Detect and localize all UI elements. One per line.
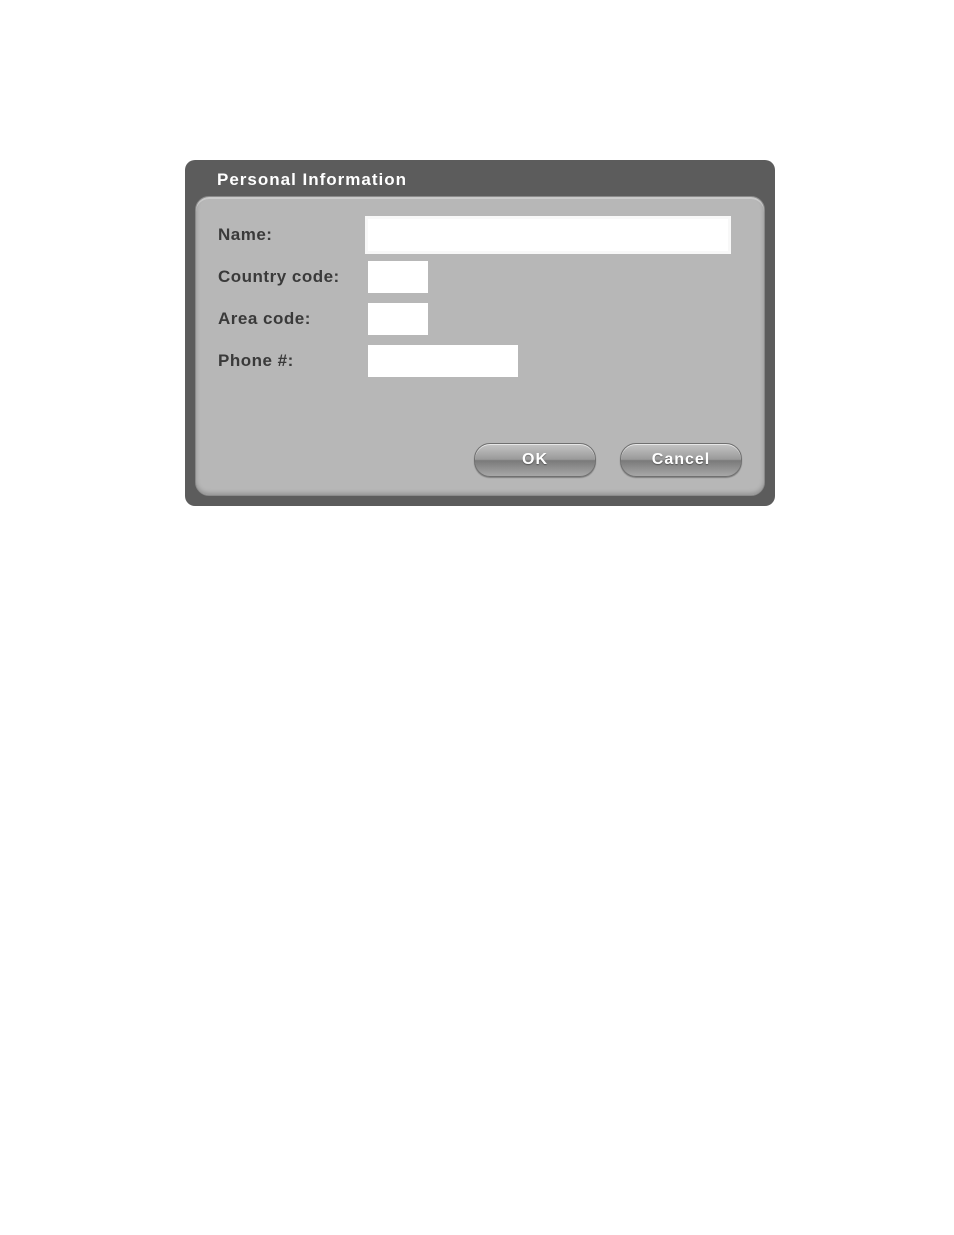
country-code-input[interactable]	[368, 261, 428, 293]
button-row: OK Cancel	[474, 443, 742, 477]
label-area-code: Area code:	[218, 309, 368, 329]
cancel-button[interactable]: Cancel	[620, 443, 742, 477]
area-code-input[interactable]	[368, 303, 428, 335]
row-area-code: Area code:	[218, 303, 742, 335]
row-phone: Phone #:	[218, 345, 742, 377]
row-name: Name:	[218, 219, 742, 251]
phone-input[interactable]	[368, 345, 518, 377]
dialog-title: Personal Information	[185, 160, 775, 196]
dialog-panel: Name: Country code: Area code: Phone #: …	[195, 196, 765, 496]
personal-information-dialog: Personal Information Name: Country code:…	[185, 160, 775, 506]
name-input[interactable]	[368, 219, 728, 251]
label-name: Name:	[218, 225, 368, 245]
label-country-code: Country code:	[218, 267, 368, 287]
row-country-code: Country code:	[218, 261, 742, 293]
ok-button[interactable]: OK	[474, 443, 596, 477]
label-phone: Phone #:	[218, 351, 368, 371]
